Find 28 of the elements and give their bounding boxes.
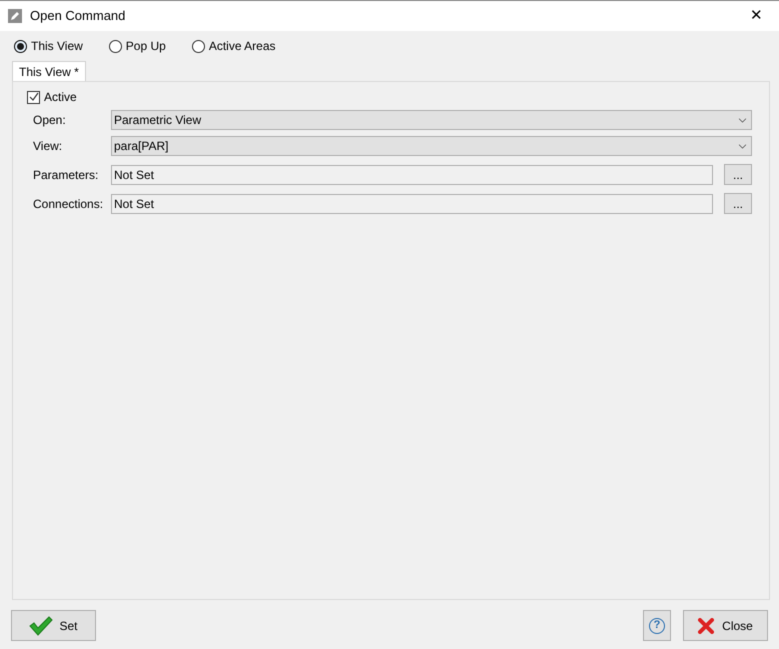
dropdown[interactable]: para[PAR] xyxy=(111,136,752,156)
x-icon xyxy=(698,618,714,634)
browse-button[interactable]: ... xyxy=(724,164,752,185)
window-title: Open Command xyxy=(30,7,126,26)
radio-label[interactable]: Pop Up xyxy=(126,37,166,55)
field-label: Open: xyxy=(33,112,67,129)
dropdown[interactable]: Parametric View xyxy=(111,110,752,130)
pencil-icon xyxy=(8,9,22,23)
text-field[interactable]: Not Set xyxy=(111,164,713,184)
help-button[interactable]: ? xyxy=(643,610,671,641)
set-button[interactable]: Set xyxy=(11,610,96,641)
field-label: Connections: xyxy=(33,196,104,212)
radio-label[interactable]: Active Areas xyxy=(208,37,276,55)
checkbox-label[interactable]: Active xyxy=(44,88,77,106)
close-button[interactable]: ✕ xyxy=(742,4,771,28)
radio-label[interactable]: This View xyxy=(31,37,83,55)
field-label: View: xyxy=(33,138,64,155)
browse-button[interactable]: ... xyxy=(724,193,752,214)
checkbox[interactable] xyxy=(27,90,40,104)
field-label: Parameters: xyxy=(33,166,100,184)
radio-button[interactable] xyxy=(14,40,27,52)
tab[interactable]: This View * xyxy=(12,61,86,81)
checkmark-icon xyxy=(29,616,54,636)
radio-button[interactable] xyxy=(192,40,205,52)
checkmark-icon xyxy=(28,92,38,102)
text-field[interactable]: Not Set xyxy=(111,194,713,214)
close-dialog-button[interactable]: Close xyxy=(683,610,768,641)
radio-button[interactable] xyxy=(108,40,122,52)
